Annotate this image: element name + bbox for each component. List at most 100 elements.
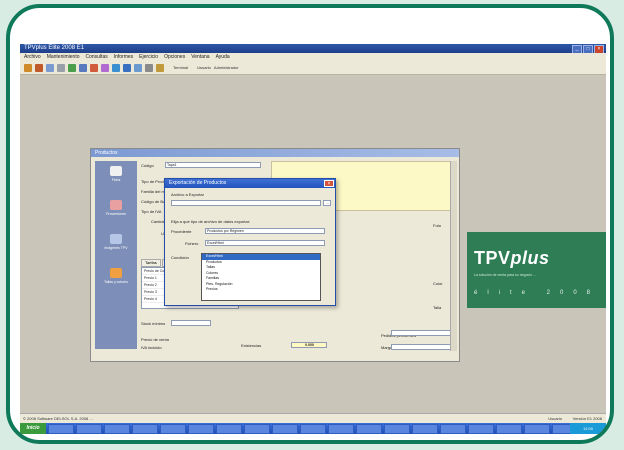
menu-ventana[interactable]: Ventana [191, 53, 209, 61]
side-button-imagenes[interactable]: Imágenes TPV [99, 231, 133, 261]
archivo-label: Archivo a Exportar [171, 192, 204, 197]
browse-button[interactable]: … [323, 200, 331, 206]
fichero-label: Fichero [185, 241, 199, 246]
export-dialog-title: Exportación de Productos × [165, 179, 335, 188]
brand-tagline: La solución de venta para su negocio ... [474, 273, 536, 277]
usuario-value: Administrador [213, 65, 239, 70]
pedidos-field[interactable] [391, 330, 451, 336]
codigo-label: Código [141, 163, 154, 168]
system-tray: 12:00 [570, 423, 606, 434]
taskbar-item[interactable] [188, 423, 214, 434]
taskbar-item[interactable] [496, 423, 522, 434]
document-icon[interactable] [57, 63, 65, 72]
supplier-icon [110, 200, 122, 210]
precio-label: Precio de venta [141, 337, 169, 342]
pencil-icon[interactable] [90, 63, 98, 72]
taskbar: Inicio 12:00 [20, 423, 606, 434]
iva-label: Tipo de IVA [141, 209, 162, 214]
taskbar-item[interactable] [524, 423, 550, 434]
pvp-label: IVA incluido [141, 345, 162, 350]
side-button-proveedores[interactable]: Proveedores [99, 197, 133, 227]
box-icon[interactable] [46, 63, 54, 72]
app-title: TPVplus Élite 2008 E1 [24, 45, 85, 51]
desktop-screen: TPVplus Élite 2008 E1 _ □ × Archivo Mant… [20, 44, 606, 434]
chart-icon[interactable] [79, 63, 87, 72]
codigo-field[interactable]: Tapa1 [165, 162, 261, 168]
status-user: Usuario [548, 416, 562, 421]
condicion-label: Condición [171, 255, 189, 260]
usuario-label: Usuario [197, 65, 211, 70]
start-button[interactable]: Inicio [20, 423, 46, 434]
margen-field[interactable] [391, 344, 451, 350]
taskbar-item[interactable] [244, 423, 270, 434]
taskbar-item[interactable] [132, 423, 158, 434]
taskbar-item[interactable] [48, 423, 74, 434]
user-icon[interactable] [24, 63, 32, 72]
menu-archivo[interactable]: Archivo [24, 53, 41, 61]
archivo-input[interactable] [171, 200, 321, 206]
brand-suffix: plus [510, 248, 550, 268]
menu-consultas[interactable]: Consultas [85, 53, 107, 61]
taskbar-item[interactable] [272, 423, 298, 434]
app-title-bar: TPVplus Élite 2008 E1 _ □ × [20, 44, 606, 54]
export-dialog: Exportación de Productos × Archivo a Exp… [164, 178, 336, 306]
taskbar-item[interactable] [440, 423, 466, 434]
side-button-tallas[interactable]: Tallas y colores [99, 265, 133, 295]
menu-ayuda[interactable]: Ayuda [216, 53, 230, 61]
menu-ejercicio[interactable]: Ejercicio [139, 53, 158, 61]
taskbar-item[interactable] [328, 423, 354, 434]
globe-icon[interactable] [112, 63, 120, 72]
brand-edition: élite 2008 [474, 290, 601, 296]
list-item[interactable]: Precios [202, 287, 320, 293]
taskbar-item[interactable] [76, 423, 102, 434]
status-left: © 2008 Software DELSOL S.A. 2008 ... [23, 416, 93, 421]
terminal-label: Terminal [173, 65, 189, 70]
tools-icon[interactable] [145, 63, 153, 72]
menu-informes[interactable]: Informes [114, 53, 133, 61]
dialog-title-text: Exportación de Productos [169, 180, 227, 186]
right-scroll-strip[interactable] [450, 161, 457, 351]
stock-min-label: Stock mínimo [141, 321, 166, 326]
side-label: Tallas y colores [104, 280, 128, 284]
brand-prefix: TPV [474, 248, 511, 268]
side-panel: Ficha Proveedores Imágenes TPV Tallas y … [95, 161, 137, 349]
status-bar: © 2008 Software DELSOL S.A. 2008 ... Usu… [20, 413, 606, 423]
talla-label: Talla [433, 305, 442, 310]
existencias-label: Existencias [241, 343, 262, 348]
status-version: Versión E1 2008 [572, 416, 602, 421]
menu-opciones[interactable]: Opciones [164, 53, 185, 61]
taskbar-item[interactable] [412, 423, 438, 434]
side-label: Ficha [111, 178, 121, 182]
menu-mantenimiento[interactable]: Mantenimiento [47, 53, 80, 61]
brand-logo: TPVplus [474, 248, 550, 269]
taskbar-item[interactable] [216, 423, 242, 434]
taskbar-item[interactable] [356, 423, 382, 434]
procedente-select[interactable]: Productos por Régimen [205, 228, 325, 234]
fichero-select[interactable]: Excel/Html [205, 240, 325, 246]
rounded-frame: TPVplus Élite 2008 E1 _ □ × Archivo Mant… [6, 4, 614, 444]
dialog-close-button[interactable]: × [324, 180, 334, 187]
calc-icon[interactable] [134, 63, 142, 72]
taskbar-item[interactable] [384, 423, 410, 434]
stock-min-field[interactable] [171, 320, 211, 326]
chart-bar-icon[interactable] [123, 63, 131, 72]
productos-window-title: Productos [91, 149, 459, 157]
taskbar-item[interactable] [160, 423, 186, 434]
taskbar-item[interactable] [104, 423, 130, 434]
procedente-label: Procedente [171, 229, 192, 234]
total-field[interactable]: 0.000 [291, 342, 327, 348]
users-icon[interactable] [156, 63, 164, 72]
side-label: Proveedores [106, 212, 126, 216]
palette-icon [110, 268, 122, 278]
side-label: Imágenes TPV [104, 246, 128, 250]
tab-tarifas[interactable]: Tarifas [141, 259, 161, 267]
taskbar-item[interactable] [468, 423, 494, 434]
menu-bar: Archivo Mantenimiento Consultas Informes… [20, 53, 606, 61]
taskbar-item[interactable] [300, 423, 326, 434]
side-button-ficha[interactable]: Ficha [99, 163, 133, 193]
palette-icon[interactable] [101, 63, 109, 72]
foto-label: Foto [433, 223, 442, 228]
fichero-dropdown-list: Excel/Html Productos Tallas Colores Fami… [201, 253, 321, 301]
people-icon[interactable] [35, 63, 43, 72]
gear-icon[interactable] [68, 63, 76, 72]
